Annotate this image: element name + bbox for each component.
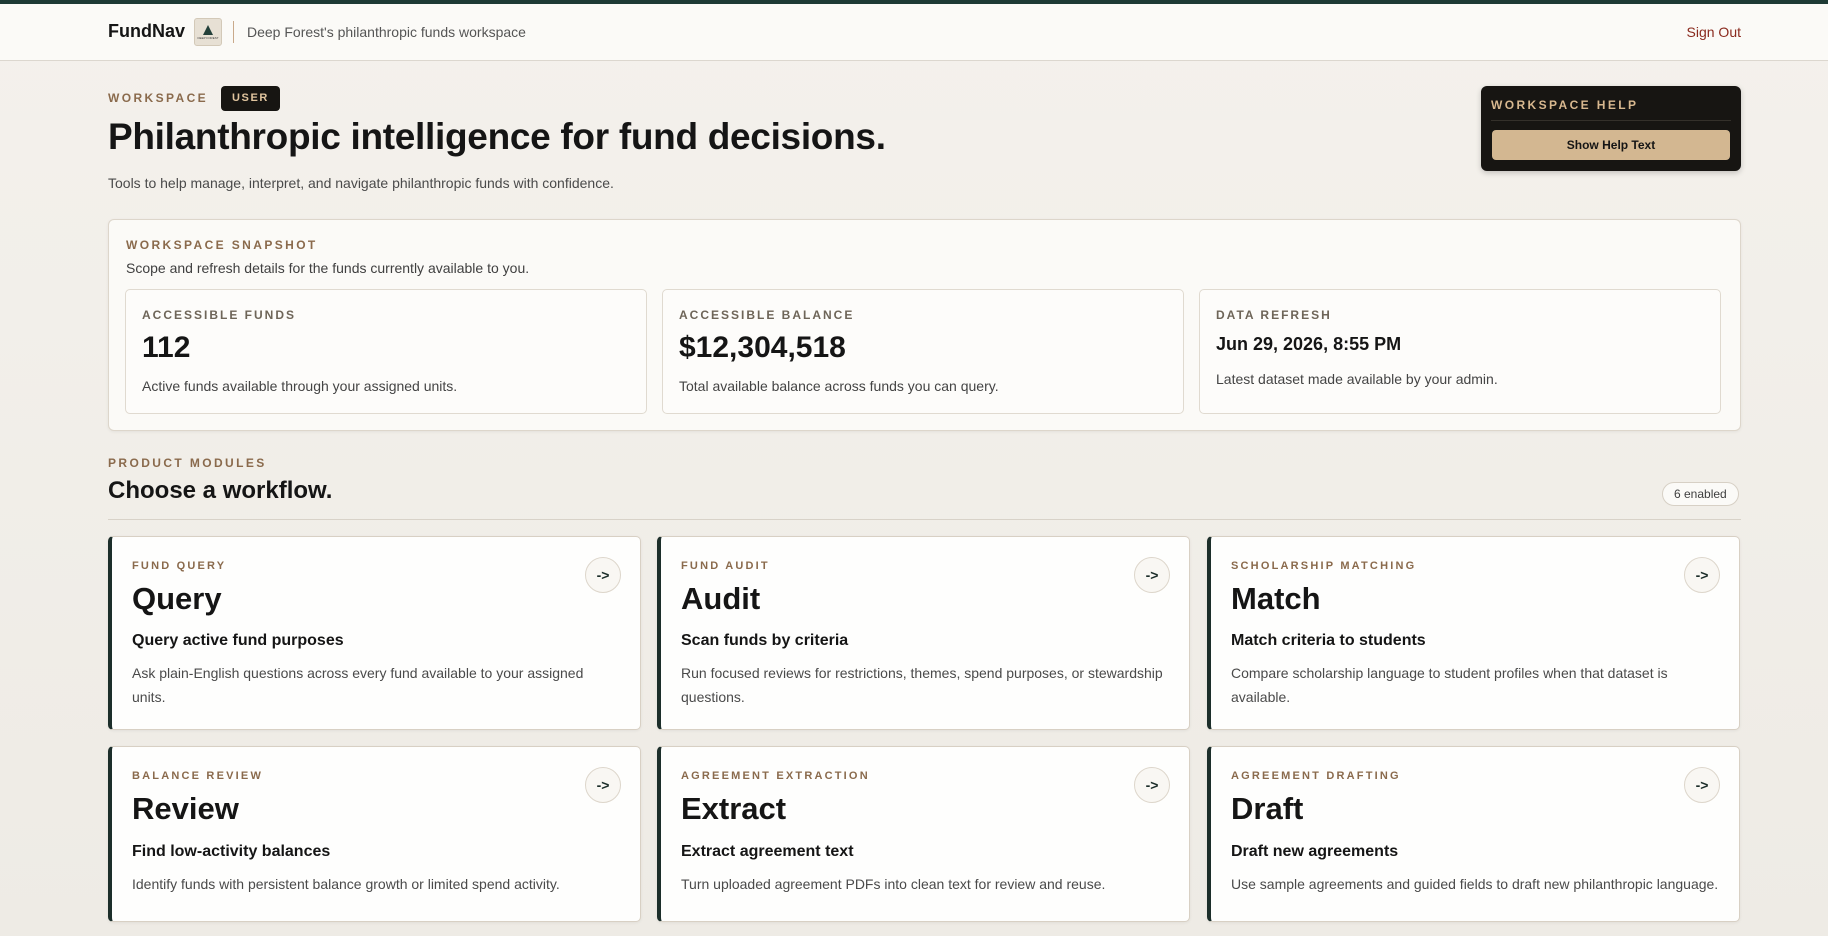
section-divider <box>108 519 1741 520</box>
workspace-help-panel: WORKSPACE HELP Show Help Text <box>1481 86 1741 171</box>
sign-out-link[interactable]: Sign Out <box>1687 24 1741 40</box>
stat-value: Jun 29, 2026, 8:55 PM <box>1216 334 1402 354</box>
page-subtitle: Tools to help manage, interpret, and nav… <box>108 175 614 191</box>
stat-data-refresh: DATA REFRESH Jun 29, 2026, 8:55 PM Lates… <box>1199 289 1721 414</box>
stat-accessible-balance: ACCESSIBLE BALANCE $12,304,518 Total ava… <box>662 289 1184 414</box>
module-card-draft[interactable]: AGREEMENT DRAFTING -> Draft Draft new ag… <box>1207 746 1740 922</box>
help-divider <box>1491 120 1731 121</box>
card-eyebrow: BALANCE REVIEW <box>132 770 264 782</box>
card-description: Ask plain-English questions across every… <box>132 665 584 705</box>
module-card-extract[interactable]: AGREEMENT EXTRACTION -> Extract Extract … <box>657 746 1190 922</box>
arrow-right-icon[interactable]: -> <box>585 557 621 593</box>
card-heading: Scan funds by criteria <box>681 632 849 649</box>
stat-label: DATA REFRESH <box>1216 308 1332 322</box>
card-heading: Draft new agreements <box>1231 843 1399 860</box>
card-eyebrow: AGREEMENT DRAFTING <box>1231 770 1401 782</box>
card-eyebrow: FUND QUERY <box>132 560 227 572</box>
card-heading: Extract agreement text <box>681 843 854 860</box>
role-badge: USER <box>221 86 280 111</box>
stat-accessible-funds: ACCESSIBLE FUNDS 112 Active funds availa… <box>125 289 647 414</box>
card-title: Extract <box>681 791 787 826</box>
logo-text: DEEP FOREST <box>197 35 219 40</box>
arrow-right-icon[interactable]: -> <box>1134 557 1170 593</box>
module-card-review[interactable]: BALANCE REVIEW -> Review Find low-activi… <box>108 746 641 922</box>
card-title: Review <box>132 791 239 826</box>
stat-description: Latest dataset made available by your ad… <box>1216 371 1498 387</box>
snapshot-eyebrow: WORKSPACE SNAPSHOT <box>126 238 318 252</box>
module-card-query[interactable]: FUND QUERY -> Query Query active fund pu… <box>108 536 641 730</box>
forest-logo-icon: DEEP FOREST <box>194 18 222 46</box>
snapshot-description: Scope and refresh details for the funds … <box>126 260 530 276</box>
card-heading: Find low-activity balances <box>132 843 331 860</box>
card-description: Turn uploaded agreement PDFs into clean … <box>681 876 1106 892</box>
workspace-snapshot: WORKSPACE SNAPSHOT Scope and refresh det… <box>108 219 1741 431</box>
arrow-right-icon[interactable]: -> <box>585 767 621 803</box>
card-description: Identify funds with persistent balance g… <box>132 876 560 892</box>
card-description: Run focused reviews for restrictions, th… <box>681 665 1163 705</box>
tree-icon <box>203 24 213 35</box>
stat-value: $12,304,518 <box>679 331 846 364</box>
card-description: Compare scholarship language to student … <box>1231 665 1668 705</box>
card-title: Audit <box>681 581 761 616</box>
card-eyebrow: FUND AUDIT <box>681 560 770 572</box>
arrow-right-icon[interactable]: -> <box>1684 557 1720 593</box>
enabled-count-badge: 6 enabled <box>1662 482 1739 506</box>
workspace-name: Deep Forest's philanthropic funds worksp… <box>247 24 526 40</box>
stat-description: Total available balance across funds you… <box>679 378 999 394</box>
card-title: Draft <box>1231 791 1304 826</box>
brand-name[interactable]: FundNav <box>108 21 185 42</box>
module-card-match[interactable]: SCHOLARSHIP MATCHING -> Match Match crit… <box>1207 536 1740 730</box>
stat-label: ACCESSIBLE BALANCE <box>679 308 855 322</box>
arrow-right-icon[interactable]: -> <box>1134 767 1170 803</box>
stat-label: ACCESSIBLE FUNDS <box>142 308 297 322</box>
card-heading: Match criteria to students <box>1231 632 1426 649</box>
card-title: Query <box>132 581 222 616</box>
card-eyebrow: AGREEMENT EXTRACTION <box>681 770 870 782</box>
help-title: WORKSPACE HELP <box>1491 98 1639 112</box>
page-title: Philanthropic intelligence for fund deci… <box>108 116 886 157</box>
workspace-eyebrow: WORKSPACE <box>108 91 209 105</box>
arrow-right-icon[interactable]: -> <box>1684 767 1720 803</box>
top-nav: FundNav DEEP FOREST Deep Forest's philan… <box>0 4 1828 61</box>
stat-description: Active funds available through your assi… <box>142 378 458 394</box>
card-title: Match <box>1231 581 1321 616</box>
show-help-text-button[interactable]: Show Help Text <box>1492 130 1730 160</box>
card-description: Use sample agreements and guided fields … <box>1231 876 1719 892</box>
stat-value: 112 <box>142 331 191 364</box>
modules-title: Choose a workflow. <box>108 477 333 504</box>
module-card-audit[interactable]: FUND AUDIT -> Audit Scan funds by criter… <box>657 536 1190 730</box>
card-heading: Query active fund purposes <box>132 632 344 649</box>
modules-eyebrow: PRODUCT MODULES <box>108 456 267 470</box>
nav-divider <box>233 21 234 43</box>
card-eyebrow: SCHOLARSHIP MATCHING <box>1231 560 1417 572</box>
